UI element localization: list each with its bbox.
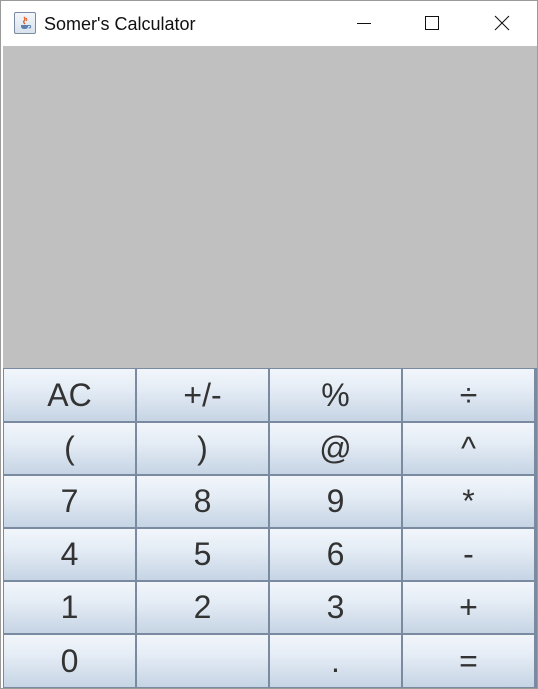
key-3-button[interactable]: 3	[269, 581, 402, 634]
key-clear-button[interactable]: AC	[3, 368, 136, 422]
keypad: AC +/-% ÷ () @ ^ 7 8 9 * 4 5 6- 1 2 3 +0. =	[3, 368, 537, 688]
key-open-paren-button[interactable]: (	[3, 422, 136, 475]
key-equals-button[interactable]: =	[402, 634, 535, 688]
key-blank-button[interactable]	[136, 634, 269, 688]
maximize-icon	[425, 16, 439, 30]
key-7-button[interactable]: 7	[3, 475, 136, 528]
key-0-button[interactable]: 0	[3, 634, 136, 688]
key-negate-button[interactable]: +/-	[136, 368, 269, 422]
key-decimal-button[interactable]: .	[269, 634, 402, 688]
key-power-button[interactable]: ^	[402, 422, 535, 475]
key-2-button[interactable]: 2	[136, 581, 269, 634]
close-button[interactable]	[479, 1, 525, 45]
key-multiply-button[interactable]: *	[402, 475, 535, 528]
calculator-display	[3, 46, 537, 368]
title-bar[interactable]: Somer's Calculator	[1, 1, 537, 45]
close-icon	[494, 15, 510, 31]
key-subtract-button[interactable]: -	[402, 528, 535, 581]
calculator-window: Somer's Calculator AC +/-% ÷ () @ ^ 7 8 9 * 4 5 6- 1 2…	[0, 0, 538, 689]
key-5-button[interactable]: 5	[136, 528, 269, 581]
key-divide-button[interactable]: ÷	[402, 368, 535, 422]
key-close-paren-button[interactable]: )	[136, 422, 269, 475]
java-app-icon[interactable]	[14, 12, 36, 34]
key-6-button[interactable]: 6	[269, 528, 402, 581]
key-9-button[interactable]: 9	[269, 475, 402, 528]
minimize-button[interactable]	[341, 1, 387, 45]
key-4-button[interactable]: 4	[3, 528, 136, 581]
key-percent-button[interactable]: %	[269, 368, 402, 422]
window-title: Somer's Calculator	[44, 14, 196, 34]
key-add-button[interactable]: +	[402, 581, 535, 634]
key-at-button[interactable]: @	[269, 422, 402, 475]
key-1-button[interactable]: 1	[3, 581, 136, 634]
maximize-button[interactable]	[409, 1, 455, 45]
minimize-icon	[357, 23, 371, 24]
key-8-button[interactable]: 8	[136, 475, 269, 528]
